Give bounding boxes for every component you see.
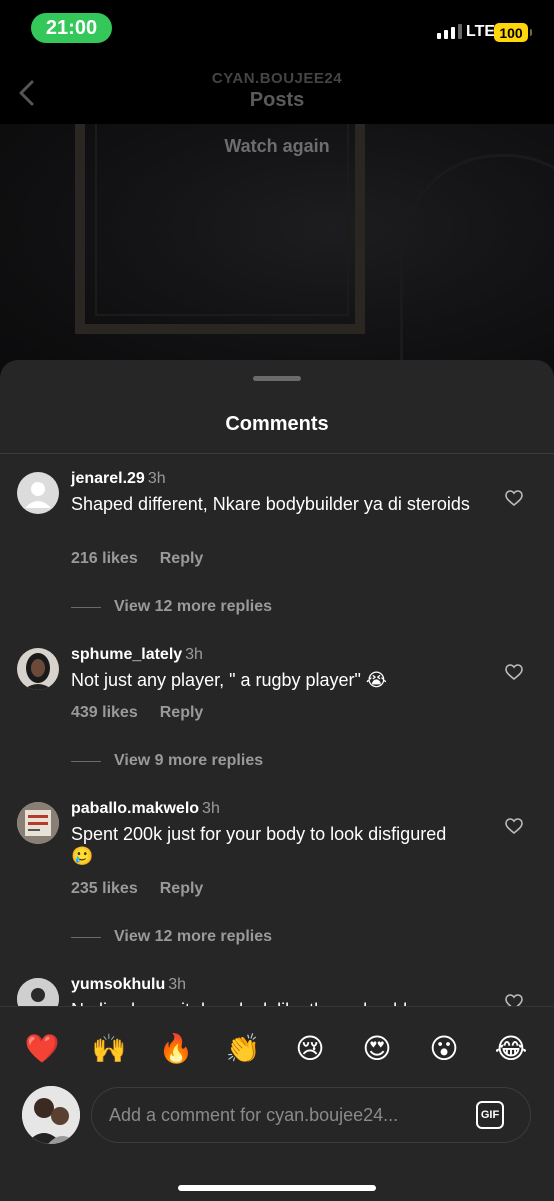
user-photo-icon — [17, 648, 59, 690]
comment-header: yumsokhulu 3h — [71, 976, 186, 994]
comment-meta: 216 likes Reply — [71, 550, 203, 568]
avatar[interactable] — [17, 472, 59, 514]
comment-header: paballo.makwelo 3h — [71, 800, 220, 818]
view-replies-button[interactable]: View 9 more replies — [71, 752, 263, 770]
drag-handle[interactable] — [253, 376, 301, 381]
sign-photo-icon — [17, 802, 59, 844]
video-player[interactable]: Watch again — [0, 124, 554, 384]
reply-button[interactable]: Reply — [160, 704, 204, 721]
emoji-surprised[interactable]: 😮 — [426, 1031, 462, 1067]
reply-button[interactable]: Reply — [160, 550, 204, 567]
heart-icon[interactable] — [505, 490, 523, 506]
view-replies-label: View 9 more replies — [114, 752, 264, 769]
comment-time: 3h — [185, 646, 203, 663]
comment-meta: 439 likes Reply — [71, 704, 203, 722]
emoji-heart-eyes[interactable]: 😍 — [359, 1031, 395, 1067]
profile-photo-icon — [22, 1086, 80, 1144]
video-arch-decor — [400, 154, 554, 384]
comment-likes[interactable]: 439 likes — [71, 704, 138, 721]
heart-icon[interactable] — [505, 664, 523, 680]
comment-username[interactable]: paballo.makwelo — [71, 800, 199, 817]
view-replies-label: View 12 more replies — [114, 598, 273, 615]
comment-time: 3h — [147, 470, 166, 487]
avatar[interactable] — [17, 802, 59, 844]
comment-meta: 235 likes Reply — [71, 880, 203, 898]
battery-icon: 100 — [494, 23, 532, 42]
my-avatar — [22, 1086, 80, 1144]
status-time: 21:00 — [31, 13, 112, 43]
account-name: CYAN.BOUJEE24 — [211, 70, 343, 87]
top-nav: CYAN.BOUJEE24 Posts — [0, 60, 554, 124]
emoji-raised-hands[interactable]: 🙌 — [91, 1031, 127, 1067]
avatar[interactable] — [17, 648, 59, 690]
emoji-heart[interactable]: ❤️ — [24, 1031, 60, 1067]
comment-header: sphume_lately 3h — [71, 646, 203, 664]
emoji-crying[interactable]: 😢 — [292, 1031, 328, 1067]
view-replies-button[interactable]: View 12 more replies — [71, 928, 272, 946]
reply-thread-line — [71, 760, 101, 762]
comment-text: Spent 200k just for your body to look di… — [71, 824, 447, 866]
comment-username[interactable]: yumsokhulu — [71, 976, 165, 993]
reply-thread-line — [71, 936, 101, 938]
comment-text: Shaped different, Nkare bodybuilder ya d… — [71, 494, 470, 514]
comment-input[interactable]: Add a comment for cyan.boujee24... GIF — [91, 1087, 531, 1143]
view-replies-button[interactable]: View 12 more replies — [71, 598, 272, 616]
comment-text: Not just any player, " a rugby player" 😭 — [71, 670, 387, 690]
composer-area: ❤️ 🙌 🔥 👏 😢 😍 😮 😂 Add a comment for cyan.… — [0, 1006, 554, 1201]
view-replies-label: View 12 more replies — [114, 928, 273, 945]
comment-input-placeholder: Add a comment for cyan.boujee24... — [109, 1105, 399, 1125]
comment-header: jenarel.29 3h — [71, 470, 166, 488]
sheet-title: Comments — [225, 413, 329, 435]
comment-username[interactable]: jenarel.29 — [71, 470, 145, 487]
reply-button[interactable]: Reply — [160, 880, 204, 897]
emoji-fire[interactable]: 🔥 — [158, 1031, 194, 1067]
comment-time: 3h — [168, 976, 187, 993]
comment-likes[interactable]: 216 likes — [71, 550, 138, 567]
emoji-clapping[interactable]: 👏 — [225, 1031, 261, 1067]
watch-again-button[interactable]: Watch again — [0, 136, 554, 157]
default-avatar-icon — [25, 482, 51, 508]
comment-likes[interactable]: 235 likes — [71, 880, 138, 897]
gif-icon[interactable]: GIF — [476, 1101, 504, 1129]
home-indicator[interactable] — [178, 1185, 376, 1191]
heart-icon[interactable] — [505, 818, 523, 834]
status-bar: 21:00 LTE 100 — [0, 0, 554, 60]
comment-username[interactable]: sphume_lately — [71, 646, 182, 663]
emoji-laughing[interactable]: 😂 — [493, 1031, 529, 1067]
divider — [0, 453, 554, 454]
emoji-bar: ❤️ 🙌 🔥 👏 😢 😍 😮 😂 — [0, 1031, 554, 1067]
network-label: LTE — [466, 23, 496, 40]
comment-time: 3h — [202, 800, 220, 817]
signal-icon — [437, 24, 462, 39]
page-title: Posts — [249, 89, 305, 111]
reply-thread-line — [71, 606, 101, 608]
